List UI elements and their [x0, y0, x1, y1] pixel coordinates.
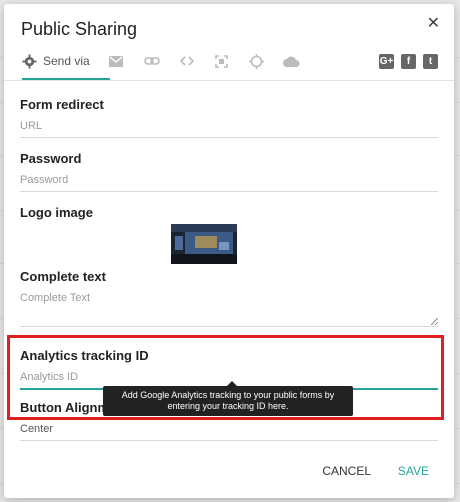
form-redirect-field: Form redirect URL	[20, 97, 438, 138]
complete-text-input[interactable]: Complete Text	[20, 292, 438, 327]
public-sharing-dialog: Public Sharing ✕ Send via G+ f t Form re…	[4, 4, 454, 498]
gear-icon	[22, 53, 37, 69]
mail-icon[interactable]	[109, 44, 123, 78]
twitter-icon[interactable]: t	[423, 54, 438, 69]
tooltip-line-1: Add Google Analytics tracking to your pu…	[121, 390, 335, 400]
logo-image-label: Logo image	[20, 205, 93, 220]
cloud-icon[interactable]	[283, 44, 300, 78]
form-redirect-label: Form redirect	[20, 97, 104, 112]
link-icon[interactable]	[144, 44, 160, 78]
tab-send-via-label: Send via	[43, 54, 90, 68]
tooltip-line-2: entering your tracking ID here.	[167, 401, 289, 411]
complete-text-placeholder: Complete Text	[20, 292, 91, 304]
button-alignment-select[interactable]: Center	[20, 423, 438, 441]
facebook-icon[interactable]: f	[401, 54, 416, 69]
embed-icon[interactable]	[215, 44, 228, 78]
password-input[interactable]: Password	[20, 174, 438, 192]
cancel-button[interactable]: CANCEL	[322, 464, 371, 478]
password-label: Password	[20, 151, 82, 166]
logo-image-thumbnail[interactable]	[171, 224, 237, 264]
analytics-tooltip: Add Google Analytics tracking to your pu…	[103, 381, 353, 416]
complete-text-label: Complete text	[20, 269, 106, 284]
share-tabs: Send via G+ f t	[4, 44, 454, 81]
code-icon[interactable]	[180, 44, 194, 78]
logo-image-field: Logo image	[20, 205, 438, 220]
close-icon[interactable]: ✕	[427, 13, 440, 33]
google-plus-icon[interactable]: G+	[379, 54, 394, 69]
tab-send-via[interactable]: Send via	[22, 44, 110, 80]
save-button[interactable]: SAVE	[398, 464, 429, 478]
form-redirect-input[interactable]: URL	[20, 120, 438, 138]
dialog-title: Public Sharing	[21, 19, 138, 39]
dialog-footer: CANCEL SAVE	[4, 456, 454, 496]
password-field: Password Password	[20, 151, 438, 192]
resize-handle[interactable]	[431, 318, 438, 325]
complete-text-field: Complete text Complete Text	[20, 269, 438, 327]
target-icon[interactable]	[249, 44, 264, 78]
